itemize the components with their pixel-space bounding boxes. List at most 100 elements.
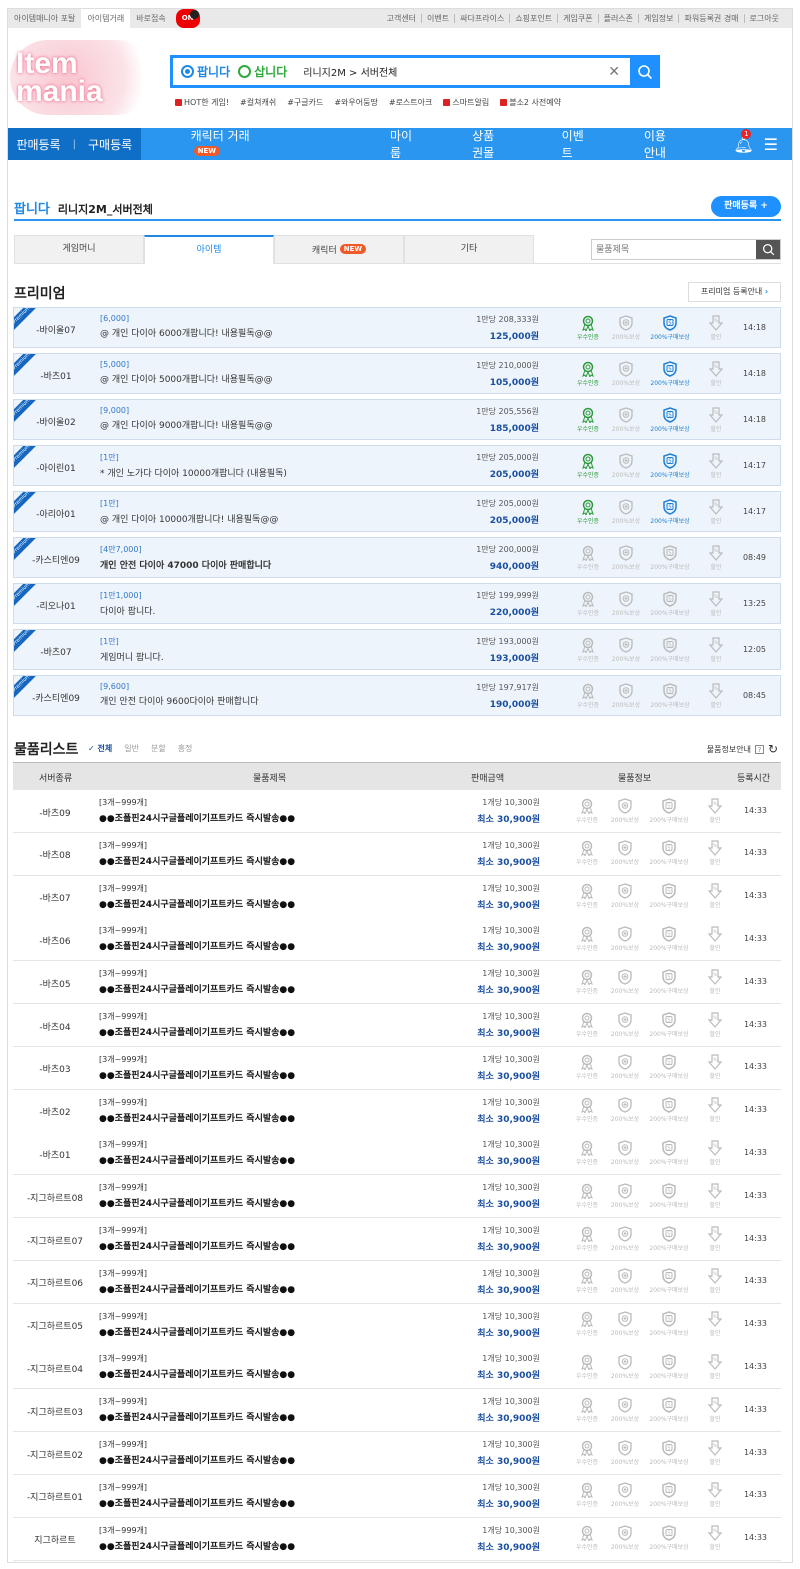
table-row[interactable]: -지그하르트06 [3개~999개] ●●조폴핀24시구글플레이기프트카드 즉시발송… (13, 1260, 781, 1304)
help-icon[interactable]: ? (754, 744, 764, 754)
nav-myroom[interactable]: 마이룸 (390, 127, 412, 161)
nav-sell-register[interactable]: 판매등록 (16, 136, 60, 153)
radio-buy[interactable]: 삽니다 (238, 63, 287, 80)
topbar-link[interactable]: 쇼핑포인트 (509, 14, 557, 23)
table-row[interactable]: -바츠05 [3개~999개] ●●조폴핀24시구글플레이기프트카드 즉시발송●● 1… (13, 961, 781, 1005)
topbar-link[interactable]: 로그아웃 (743, 14, 784, 23)
table-row[interactable]: -바츠06 [3개~999개] ●●조폴핀24시구글플레이기프트카드 즉시발송●● 1… (13, 918, 781, 962)
table-row[interactable]: -지그하르트03 [3개~999개] ●●조폴핀24시구글플레이기프트카드 즉시발송… (13, 1389, 781, 1433)
item-title[interactable]: [3개~999개] ●●조폴핀24시구글플레이기프트카드 즉시발송●● (99, 1396, 295, 1423)
item-title[interactable]: [3개~999개] ●●조폴핀24시구글플레이기프트카드 즉시발송●● (99, 883, 295, 910)
table-row[interactable]: -바츠09 [3개~999개] ●●조폴핀24시구글플레이기프트카드 즉시발송●● 1… (13, 790, 781, 833)
hot-keyword[interactable]: #구글카드 (287, 97, 323, 108)
premium-row[interactable]: Premium -바이올02 [9,000] @ 개인 다이아 9000개팝니다! 내… (13, 399, 781, 440)
item-title[interactable]: [3개~999개] ●●조폴핀24시구글플레이기프트카드 즉시발송●● (99, 1525, 295, 1552)
item-title[interactable]: [3개~999개] ●●조폴핀24시구글플레이기프트카드 즉시발송●● (99, 1439, 295, 1466)
item-title[interactable]: [3개~999개] ●●조폴핀24시구글플레이기프트카드 즉시발송●● (99, 968, 295, 995)
topbar-link[interactable]: 고객센터 (382, 14, 421, 23)
nav-event[interactable]: 이벤트 (562, 127, 584, 161)
link-portal[interactable]: 아이템매니아 포탈 (8, 9, 81, 28)
item-title[interactable]: [1만] @ 개인 다이아 10000개팝니다! 내용필독@@ (100, 498, 278, 525)
table-row[interactable]: -지그하르트07 [3개~999개] ●●조폴핀24시구글플레이기프트카드 즉시발송… (13, 1218, 781, 1261)
hot-keyword[interactable]: 블소2 사전예약 (500, 97, 561, 108)
nav-character-trade[interactable]: 캐릭터 거래 NEW (191, 127, 330, 161)
tab-item[interactable]: 아이템 (144, 235, 274, 264)
premium-row[interactable]: Premium -리오나01 [1만1,000] 다이아 팝니다. 1만당 199,99… (13, 583, 781, 624)
item-title[interactable]: [3개~999개] ●●조폴핀24시구글플레이기프트카드 즉시발송●● (99, 1268, 295, 1295)
item-info-guide-link[interactable]: 물품정보안내 (707, 744, 751, 755)
logo[interactable]: Item mania (10, 40, 155, 115)
filter-normal[interactable]: 일반 (124, 743, 139, 754)
premium-row[interactable]: Premium -카스티엔09 [9,600] 개인 안전 다이아 9600다이아 판… (13, 675, 781, 716)
item-title[interactable]: [3개~999개] ●●조폴핀24시구글플레이기프트카드 즉시발송●● (99, 797, 295, 824)
premium-row[interactable]: Premium -아이린01 [1만] * 개인 노가다 다이아 10000개팝니다 … (13, 445, 781, 486)
search-button[interactable] (756, 240, 780, 259)
nav-guide[interactable]: 이용안내 (644, 127, 674, 161)
filter-all[interactable]: ✓ 전체 (88, 743, 112, 754)
quick-access-toggle[interactable]: ON (175, 9, 200, 28)
topbar-link[interactable]: 플러스존 (597, 14, 638, 23)
item-title[interactable]: [3개~999개] ●●조폴핀24시구글플레이기프트카드 즉시발송●● (99, 1011, 295, 1038)
link-item-trade[interactable]: 아이템거래 (81, 9, 131, 28)
nav-buy-register[interactable]: 구매등록 (88, 136, 132, 153)
topbar-link[interactable]: 싸다프라이스 (454, 14, 509, 23)
item-title[interactable]: [5,000] @ 개인 다이아 5000개팝니다! 내용필독@@ (100, 360, 273, 385)
table-row[interactable]: -지그하르트02 [3개~999개] ●●조폴핀24시구글플레이기프트카드 즉시발송… (13, 1432, 781, 1475)
filter-split[interactable]: 분할 (151, 743, 166, 754)
item-title[interactable]: [3개~999개] ●●조폴핀24시구글플레이기프트카드 즉시발송●● (99, 925, 295, 952)
table-row[interactable]: -지그하르트05 [3개~999개] ●●조폴핀24시구글플레이기프트카드 즉시발송… (13, 1303, 781, 1347)
premium-row[interactable]: Premium -카스티엔09 [4만7,000] 개인 안전 다이아 47000 다… (13, 537, 781, 578)
hot-keyword[interactable]: #로스트아크 (389, 97, 433, 108)
topbar-link[interactable]: 게임정보 (638, 14, 678, 23)
search-query[interactable]: 리니지2M > 서버전체 (303, 64, 397, 79)
table-row[interactable]: -바츠04 [3개~999개] ●●조폴핀24시구글플레이기프트카드 즉시발송●● 1… (13, 1004, 781, 1047)
search-button[interactable] (630, 55, 660, 88)
item-title[interactable]: [3개~999개] ●●조폴핀24시구글플레이기프트카드 즉시발송●● (99, 840, 295, 867)
premium-row[interactable]: Premium -바츠07 [1만] 게임머니 팝니다. 1만당 193,000원 193… (13, 629, 781, 670)
hot-keyword[interactable]: #컬쳐캐쉬 (240, 97, 276, 108)
item-title[interactable]: [1만1,000] 다이아 팝니다. (100, 590, 155, 617)
clear-icon[interactable]: ✕ (608, 64, 620, 80)
tab-other[interactable]: 기타 (404, 235, 534, 264)
sell-register-button[interactable]: 판매등록 + (711, 196, 781, 217)
hot-keyword[interactable]: 스마트알림 (443, 97, 489, 108)
table-row[interactable]: -바츠08 [3개~999개] ●●조폴핀24시구글플레이기프트카드 즉시발송●● 1… (13, 832, 781, 876)
item-title[interactable]: [3개~999개] ●●조폴핀24시구글플레이기프트카드 즉시발송●● (99, 1054, 295, 1081)
topbar-link[interactable]: 파워등록권 경매 (678, 14, 743, 23)
item-title[interactable]: [3개~999개] ●●조폴핀24시구글플레이기프트카드 즉시발송●● (99, 1482, 295, 1509)
refresh-icon[interactable]: ↻ (768, 742, 778, 756)
premium-row[interactable]: Premium -아리아01 [1만] @ 개인 다이아 10000개팝니다! 내용필… (13, 491, 781, 532)
table-row[interactable]: 지그하르트 [3개~999개] ●●조폴핀24시구글플레이기프트카드 즉시발송●● 1… (13, 1517, 781, 1561)
table-row[interactable]: -바츠02 [3개~999개] ●●조폴핀24시구글플레이기프트카드 즉시발송●● 1… (13, 1089, 781, 1133)
link-quick-access[interactable]: 바로접속 (130, 9, 171, 28)
item-title-input[interactable] (592, 240, 756, 259)
item-title[interactable]: [9,000] @ 개인 다이아 9000개팝니다! 내용필독@@ (100, 406, 273, 431)
filter-negotiate[interactable]: 흥정 (178, 743, 193, 754)
item-title[interactable]: [3개~999개] ●●조폴핀24시구글플레이기프트카드 즉시발송●● (99, 1182, 295, 1209)
radio-sell[interactable]: 팝니다 (181, 63, 230, 80)
table-row[interactable]: -바츠01 [3개~999개] ●●조폴핀24시구글플레이기프트카드 즉시발송●● 1… (13, 1132, 781, 1176)
item-title[interactable]: [3개~999개] ●●조폴핀24시구글플레이기프트카드 즉시발송●● (99, 1139, 295, 1166)
hot-keyword[interactable]: HOT한 게임! (175, 97, 229, 108)
premium-row[interactable]: Premium -바츠01 [5,000] @ 개인 다이아 5000개팝니다! 내용… (13, 353, 781, 394)
item-title[interactable]: [3개~999개] ●●조폴핀24시구글플레이기프트카드 즉시발송●● (99, 1353, 295, 1380)
item-title[interactable]: [1만] 게임머니 팝니다. (100, 636, 164, 663)
item-title[interactable]: [3개~999개] ●●조폴핀24시구글플레이기프트카드 즉시발송●● (99, 1225, 295, 1252)
menu-icon[interactable]: ☰ (764, 135, 778, 154)
item-title[interactable]: [1만] * 개인 노가다 다이아 10000개팝니다 (내용필독) (100, 452, 287, 479)
item-title[interactable]: [3개~999개] ●●조폴핀24시구글플레이기프트카드 즉시발송●● (99, 1097, 295, 1124)
table-row[interactable]: -지그하르트04 [3개~999개] ●●조폴핀24시구글플레이기프트카드 즉시발송… (13, 1346, 781, 1390)
item-title[interactable]: [4만7,000] 개인 안전 다이아 47000 다이아 판매합니다 (100, 544, 271, 571)
hot-keyword[interactable]: #와우어둠땅 (334, 97, 378, 108)
topbar-link[interactable]: 이벤트 (421, 14, 454, 23)
item-title[interactable]: [9,600] 개인 안전 다이아 9600다이아 판매합니다 (100, 682, 259, 707)
item-title[interactable]: [3개~999개] ●●조폴핀24시구글플레이기프트카드 즉시발송●● (99, 1311, 295, 1338)
item-title[interactable]: [6,000] @ 개인 다이아 6000개팝니다! 내용필독@@ (100, 314, 273, 339)
table-row[interactable]: -바츠03 [3개~999개] ●●조폴핀24시구글플레이기프트카드 즉시발송●● 1… (13, 1046, 781, 1090)
premium-guide-button[interactable]: 프리미엄 등록안내 › (688, 282, 781, 302)
tab-game-money[interactable]: 게임머니 (14, 235, 144, 264)
premium-row[interactable]: Premium -바이올07 [6,000] @ 개인 다이아 6000개팝니다! 내… (13, 307, 781, 348)
topbar-link[interactable]: 게임쿠폰 (557, 14, 597, 23)
tab-character[interactable]: 캐릭터 NEW (274, 235, 404, 264)
table-row[interactable]: -지그하르트01 [3개~999개] ●●조폴핀24시구글플레이기프트카드 즉시발송… (13, 1474, 781, 1518)
